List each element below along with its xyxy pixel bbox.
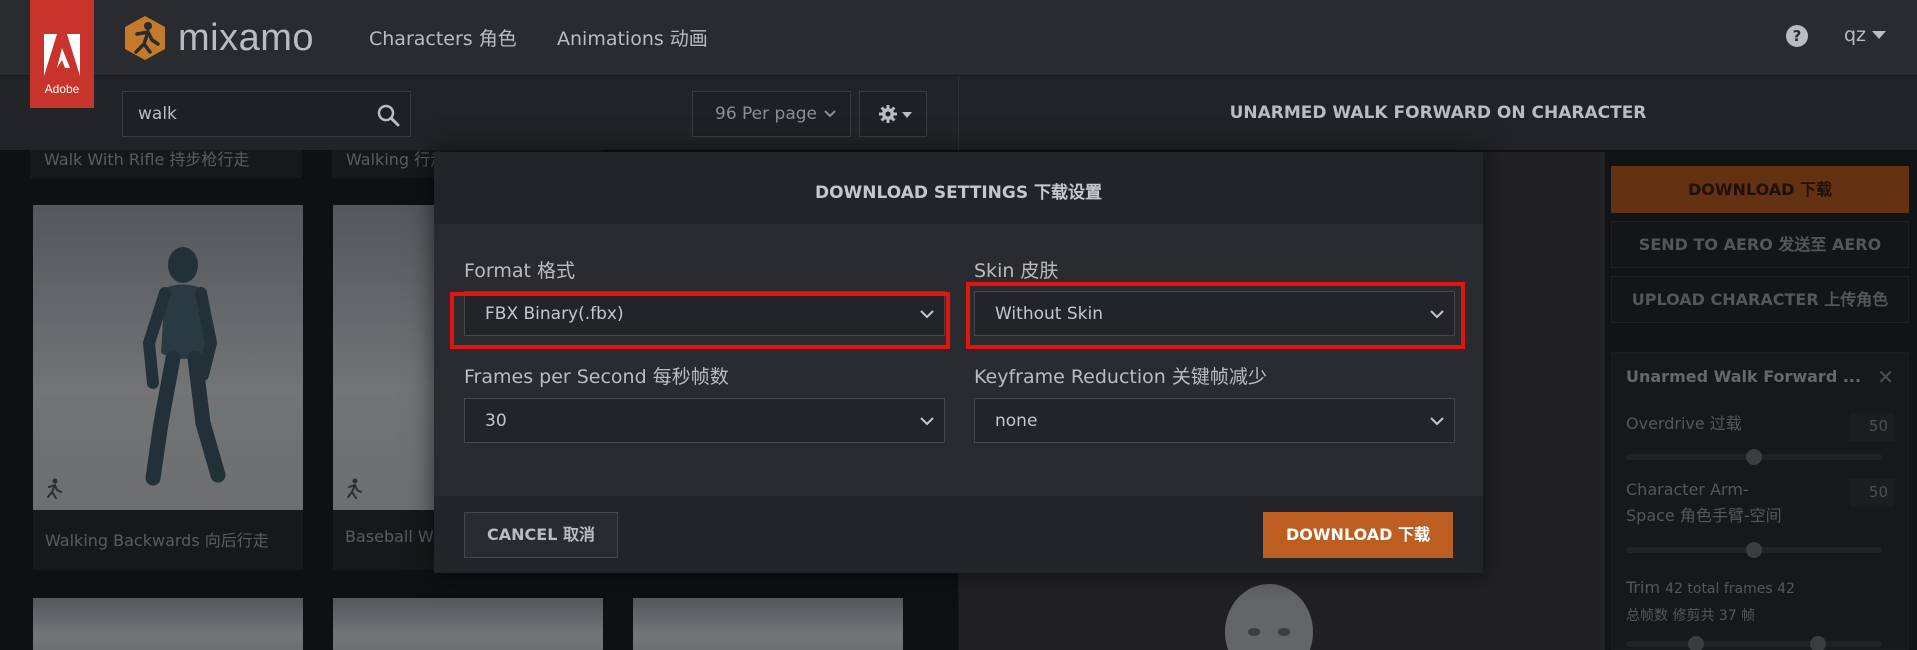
keyframe-label: Keyframe Reduction 关键帧减少 <box>974 366 1267 388</box>
adobe-logo-icon <box>44 34 80 76</box>
brand-name: mixamo <box>178 16 315 59</box>
adobe-badge[interactable]: Adobe <box>30 0 94 108</box>
dialog-title: DOWNLOAD SETTINGS 下载设置 <box>814 183 1103 203</box>
skin-highlight <box>966 282 1465 349</box>
fps-label: Frames per Second 每秒帧数 <box>464 366 729 388</box>
top-bar: mixamo Characters 角色 Animations 动画 ? qz <box>0 0 1917 76</box>
gear-icon <box>879 105 897 123</box>
adobe-text: Adobe <box>44 82 80 96</box>
format-highlight <box>450 292 950 349</box>
dialog-footer: CANCEL 取消 DOWNLOAD 下载 <box>434 496 1483 573</box>
format-label: Format 格式 <box>464 260 575 282</box>
nav-animations[interactable]: Animations 动画 <box>557 24 708 51</box>
mixamo-brand[interactable]: mixamo <box>122 12 314 64</box>
chevron-down-icon <box>1430 417 1444 426</box>
user-name: qz <box>1844 24 1867 46</box>
download-settings-dialog: DOWNLOAD SETTINGS 下载设置 Format 格式 FBX Bin… <box>434 152 1483 573</box>
fps-value: 30 <box>485 411 507 431</box>
skin-label: Skin 皮肤 <box>974 260 1059 282</box>
cancel-button[interactable]: CANCEL 取消 <box>464 512 618 558</box>
nav-characters[interactable]: Characters 角色 <box>369 24 517 51</box>
settings-menu-button[interactable] <box>859 91 927 137</box>
chevron-down-icon <box>920 417 934 426</box>
search-icon[interactable] <box>376 103 400 127</box>
help-icon[interactable]: ? <box>1786 25 1808 47</box>
chevron-down-icon <box>824 110 836 118</box>
keyframe-value: none <box>995 411 1038 431</box>
dialog-header: DOWNLOAD SETTINGS 下载设置 <box>434 152 1483 224</box>
download-confirm-button[interactable]: DOWNLOAD 下载 <box>1263 512 1453 558</box>
per-page-value: 96 Per page <box>715 104 817 124</box>
chevron-down-icon <box>1872 31 1887 39</box>
chevron-down-icon <box>902 112 912 118</box>
user-menu[interactable]: qz <box>1844 24 1887 46</box>
keyframe-select[interactable]: none <box>974 398 1455 443</box>
search-input[interactable]: walk <box>122 91 411 137</box>
preview-title: UNARMED WALK FORWARD ON CHARACTER <box>1229 103 1647 123</box>
mixamo-logo-icon <box>125 16 165 60</box>
per-page-select[interactable]: 96 Per page <box>692 91 851 137</box>
toolbar: walk 96 Per page <box>0 76 958 150</box>
fps-select[interactable]: 30 <box>464 398 945 443</box>
search-value: walk <box>138 104 177 124</box>
preview-header: UNARMED WALK FORWARD ON CHARACTER <box>959 76 1917 152</box>
